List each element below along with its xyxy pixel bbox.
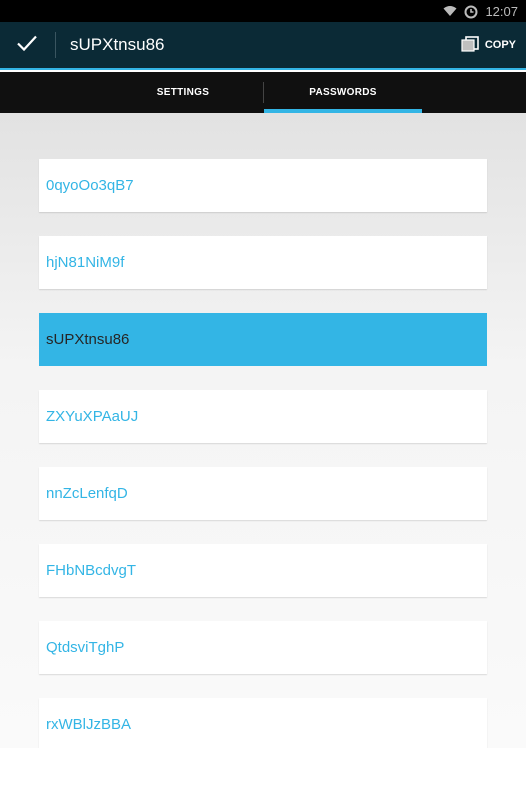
- status-time: 12:07: [485, 3, 518, 19]
- tab-settings-label: SETTINGS: [156, 87, 210, 98]
- copy-button[interactable]: COPY: [457, 22, 520, 68]
- done-divider: [55, 32, 56, 58]
- page-title: sUPXtnsu86: [70, 35, 165, 54]
- password-item[interactable]: nnZcLenfqD: [39, 467, 487, 520]
- checkmark-icon: [16, 34, 38, 57]
- password-list: 0qyoOo3qB7 hjN81NiM9f sUPXtnsu86 ZXYuXPA…: [39, 159, 487, 748]
- passwords-panel[interactable]: 0qyoOo3qB7 hjN81NiM9f sUPXtnsu86 ZXYuXPA…: [0, 113, 526, 748]
- copy-icon: [461, 35, 479, 55]
- password-item[interactable]: ZXYuXPAaUJ: [39, 390, 487, 443]
- copy-label: COPY: [484, 39, 516, 51]
- password-item[interactable]: FHbNBcdvgT: [39, 544, 487, 597]
- status-bar: 12:07: [0, 0, 526, 22]
- tab-passwords[interactable]: PASSWORDS: [264, 72, 422, 113]
- password-item-selected[interactable]: sUPXtnsu86: [39, 313, 487, 366]
- status-icons: 12:07: [443, 0, 518, 22]
- wifi-icon: [443, 5, 457, 17]
- tab-bar: SETTINGS PASSWORDS: [0, 72, 526, 113]
- done-button[interactable]: [0, 22, 54, 68]
- password-item[interactable]: hjN81NiM9f: [39, 236, 487, 289]
- tab-passwords-label: PASSWORDS: [309, 87, 377, 98]
- password-item[interactable]: 0qyoOo3qB7: [39, 159, 487, 212]
- tab-settings[interactable]: SETTINGS: [104, 72, 262, 113]
- password-item[interactable]: rxWBlJzBBA: [39, 698, 487, 748]
- password-item[interactable]: QtdsviTghP: [39, 621, 487, 674]
- action-bar: sUPXtnsu86 COPY: [0, 22, 526, 70]
- alarm-icon: [463, 3, 479, 19]
